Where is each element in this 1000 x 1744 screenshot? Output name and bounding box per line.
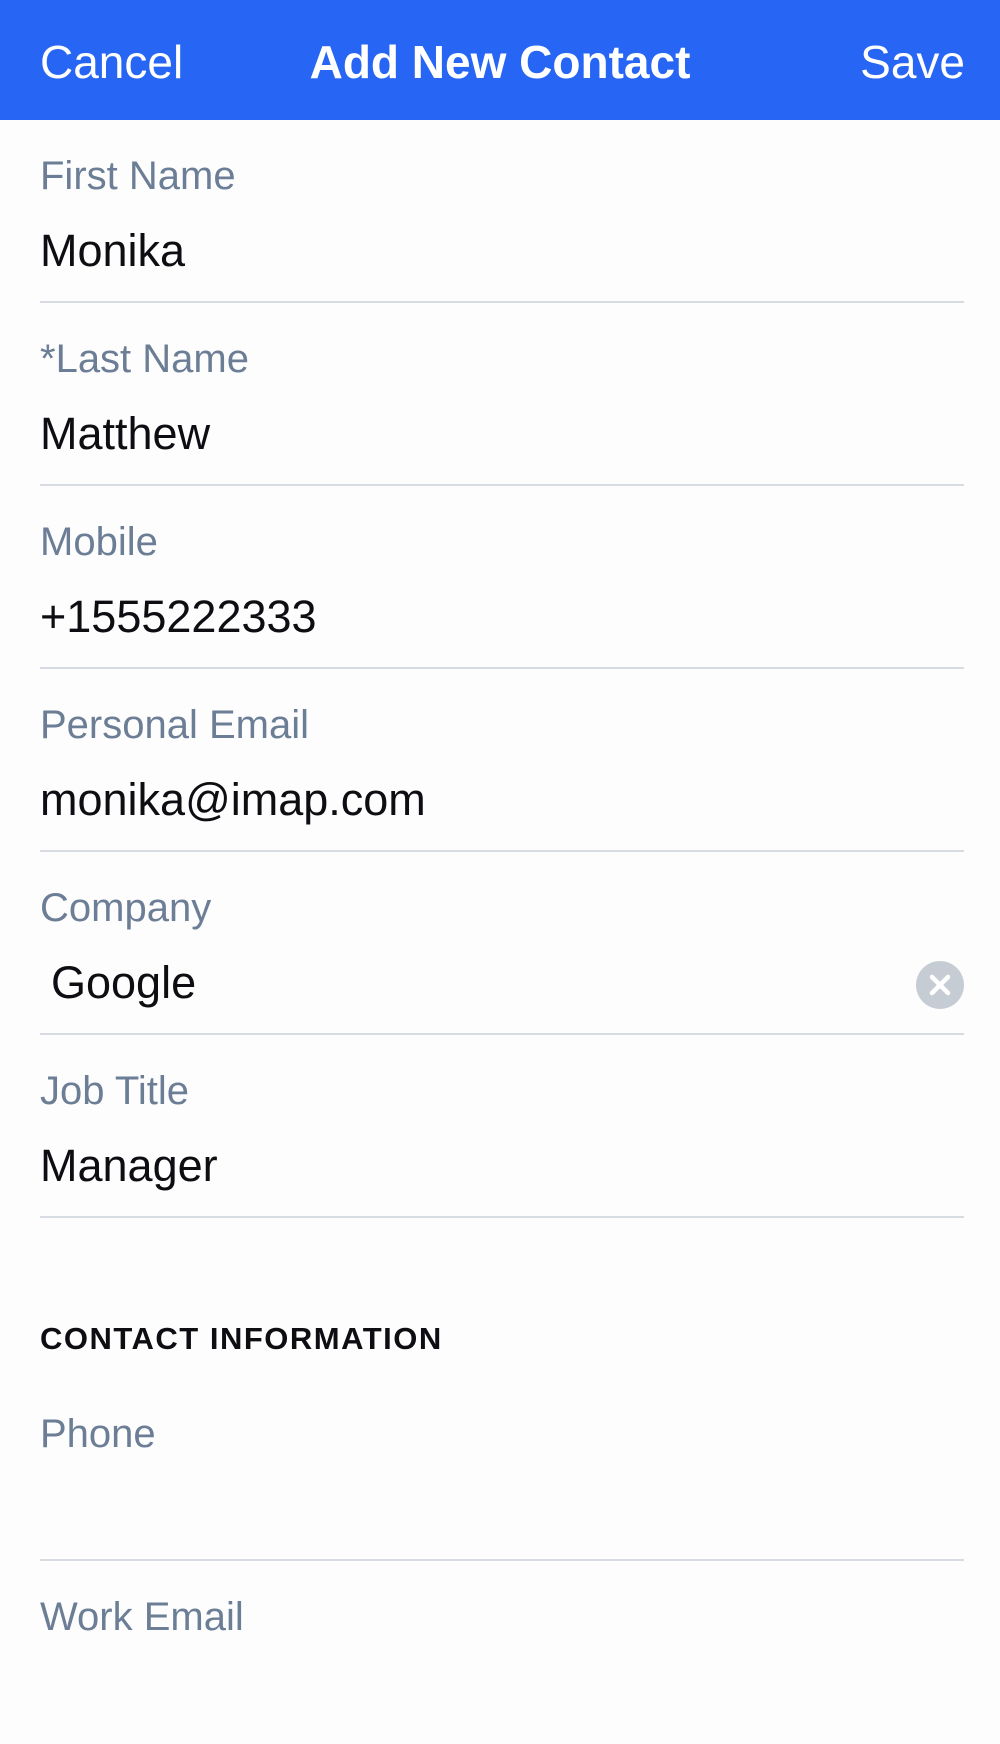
mobile-input[interactable]: +1555222333 (40, 590, 900, 644)
company-label: Company (40, 886, 212, 930)
first-name-label: First Name (40, 154, 236, 198)
company-input[interactable]: Google (51, 956, 911, 1010)
personal-email-field[interactable]: Personal Email monika@imap.com (40, 669, 964, 852)
work-email-label: Work Email (40, 1595, 244, 1639)
first-name-field[interactable]: First Name Monika (40, 120, 964, 303)
last-name-field[interactable]: *Last Name Matthew (40, 303, 964, 486)
navigation-bar: Cancel Add New Contact Save (0, 0, 1000, 120)
personal-email-input[interactable]: monika@imap.com (40, 773, 900, 827)
personal-email-label: Personal Email (40, 703, 310, 747)
job-title-input[interactable]: Manager (40, 1139, 900, 1193)
mobile-field[interactable]: Mobile +1555222333 (40, 486, 964, 669)
clear-x-glyph (929, 974, 951, 996)
save-button[interactable]: Save (860, 34, 965, 90)
last-name-label: *Last Name (40, 337, 249, 381)
last-name-input[interactable]: Matthew (40, 407, 900, 461)
job-title-field[interactable]: Job Title Manager (40, 1035, 964, 1218)
cancel-button[interactable]: Cancel (40, 34, 183, 90)
phone-label: Phone (40, 1412, 156, 1456)
clear-circle-icon[interactable] (916, 961, 964, 1009)
first-name-input[interactable]: Monika (40, 224, 900, 278)
job-title-label: Job Title (40, 1069, 189, 1113)
work-email-field[interactable]: Work Email (40, 1561, 964, 1744)
mobile-label: Mobile (40, 520, 158, 564)
company-field[interactable]: Company Google (40, 852, 964, 1035)
phone-field[interactable]: Phone (40, 1378, 964, 1561)
contact-information-header: CONTACT INFORMATION (40, 1321, 443, 1356)
